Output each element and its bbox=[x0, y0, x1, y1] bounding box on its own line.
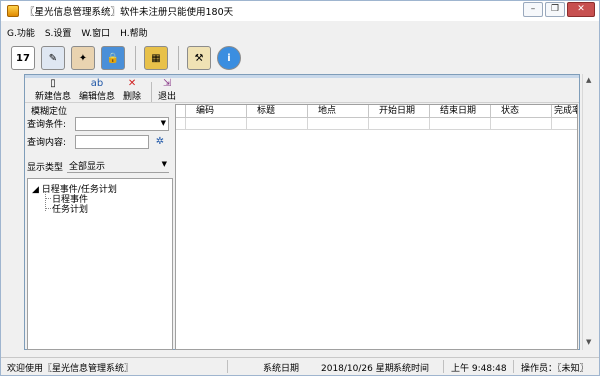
search-input[interactable] bbox=[75, 135, 149, 149]
lock-folder-icon: 🔒 bbox=[106, 52, 120, 64]
system-time-value: 上午 9:48:48 bbox=[451, 364, 507, 374]
edit-pen-icon: ✎ bbox=[48, 52, 58, 64]
vertical-scrollbar[interactable]: ▲ ▼ bbox=[582, 74, 596, 350]
content-label: 查询内容: bbox=[27, 138, 67, 148]
menu-function[interactable]: G.功能 bbox=[7, 26, 35, 39]
menu-settings[interactable]: S.设置 bbox=[45, 26, 72, 39]
toolbar-divider bbox=[178, 46, 179, 70]
column-header[interactable]: 编码 bbox=[186, 105, 247, 118]
window-controls: – ❐ ✕ bbox=[521, 2, 595, 17]
title-bar: 〖星光信息管理系统〗软件未注册只能使用180天 – ❐ ✕ bbox=[1, 1, 599, 21]
column-header[interactable]: 标题 bbox=[247, 105, 308, 118]
fuzzy-search-heading: 模糊定位 bbox=[31, 107, 68, 117]
calendar-icon: 17 bbox=[16, 52, 30, 64]
app-icon bbox=[7, 5, 19, 17]
new-info-button[interactable]: ▯ 新建信息 bbox=[35, 78, 71, 102]
about-button[interactable]: i bbox=[217, 46, 241, 70]
system-date-label: 系统日期 bbox=[263, 364, 300, 374]
scroll-down-icon[interactable]: ▼ bbox=[586, 338, 591, 346]
edit-icon: ab bbox=[90, 78, 104, 89]
scroll-up-icon[interactable]: ▲ bbox=[586, 76, 591, 84]
condition-select[interactable]: ▼ bbox=[75, 117, 169, 131]
calendar-button[interactable]: 17 bbox=[11, 46, 35, 70]
new-document-icon: ▯ bbox=[50, 78, 56, 89]
backup-icon: ▦ bbox=[151, 52, 161, 64]
tree-connector bbox=[45, 198, 51, 199]
system-time-label: 系统时间 bbox=[393, 364, 430, 374]
exit-door-icon: ⇲ bbox=[162, 78, 172, 89]
exit-button[interactable]: ⇲ 退出 bbox=[158, 78, 176, 102]
category-tree: ◢ 日程事件/任务计划 日程事件 任务计划 bbox=[27, 178, 173, 350]
contacts-icon: ✦ bbox=[78, 52, 88, 64]
menu-help[interactable]: H.帮助 bbox=[120, 26, 147, 39]
tree-item[interactable]: 任务计划 bbox=[52, 202, 88, 215]
edit-button[interactable]: ✎ bbox=[41, 46, 65, 70]
menu-bar: G.功能 S.设置 W.窗口 H.帮助 bbox=[1, 23, 599, 41]
operator-text: 操作员：〖未知〗 bbox=[521, 364, 589, 374]
minimize-button[interactable]: – bbox=[523, 2, 543, 17]
welcome-text: 欢迎使用〖星光信息管理系统〗 bbox=[7, 364, 134, 374]
backup-button[interactable]: ▦ bbox=[144, 46, 168, 70]
chevron-down-icon: ▼ bbox=[160, 119, 166, 127]
close-button[interactable]: ✕ bbox=[567, 2, 595, 17]
tools-button[interactable]: ⚒ bbox=[187, 46, 211, 70]
info-icon: i bbox=[227, 52, 231, 64]
contacts-button[interactable]: ✦ bbox=[71, 46, 95, 70]
window-title: 〖星光信息管理系统〗软件未注册只能使用180天 bbox=[25, 7, 234, 18]
main-toolbar: 17 ✎ ✦ 🔒 ▦ ⚒ i bbox=[1, 42, 599, 74]
record-toolbar: ▯ 新建信息 ab 编辑信息 ✕ 删除 ⇲ 退出 bbox=[25, 78, 579, 103]
tree-connector bbox=[45, 208, 51, 209]
toolbar-divider bbox=[151, 82, 153, 102]
grid-header: 编码 标题 地点 开始日期 结束日期 状态 完成率 bbox=[176, 105, 577, 118]
system-date-value: 2018/10/26 星期 bbox=[321, 364, 394, 374]
query-panel: 模糊定位 查询条件: ▼ 查询内容: ✲ 显示类型 全部显示 ▼ ◢ 日程事件/… bbox=[25, 104, 173, 350]
lock-button[interactable]: 🔒 bbox=[101, 46, 125, 70]
tools-icon: ⚒ bbox=[194, 52, 204, 64]
delete-button[interactable]: ✕ 删除 bbox=[123, 78, 141, 102]
display-type-select[interactable]: 全部显示 ▼ bbox=[67, 159, 169, 173]
status-bar: 欢迎使用〖星光信息管理系统〗 系统日期 2018/10/26 星期 系统时间 上… bbox=[1, 357, 599, 375]
column-header[interactable]: 状态 bbox=[491, 105, 552, 118]
schedule-window: ▯ 新建信息 ab 编辑信息 ✕ 删除 ⇲ 退出 模糊定位 查询条件: ▼ 查询… bbox=[24, 74, 580, 350]
edit-info-button[interactable]: ab 编辑信息 bbox=[79, 78, 115, 102]
column-header[interactable]: 完成率 bbox=[552, 105, 577, 118]
display-type-label: 显示类型 bbox=[27, 163, 64, 173]
expand-toggle-icon[interactable]: ◢ bbox=[32, 185, 39, 195]
main-window: 〖星光信息管理系统〗软件未注册只能使用180天 – ❐ ✕ G.功能 S.设置 … bbox=[0, 0, 600, 376]
search-icon[interactable]: ✲ bbox=[153, 136, 167, 148]
delete-x-icon: ✕ bbox=[127, 78, 137, 89]
restore-button[interactable]: ❐ bbox=[545, 2, 565, 17]
row-indicator-header bbox=[176, 105, 186, 118]
column-header[interactable]: 地点 bbox=[308, 105, 369, 118]
condition-label: 查询条件: bbox=[27, 120, 67, 130]
table-row[interactable] bbox=[176, 118, 577, 130]
menu-window[interactable]: W.窗口 bbox=[81, 26, 110, 39]
chevron-down-icon: ▼ bbox=[161, 160, 167, 168]
column-header[interactable]: 开始日期 bbox=[369, 105, 430, 118]
toolbar-divider bbox=[135, 46, 136, 70]
data-grid: 编码 标题 地点 开始日期 结束日期 状态 完成率 bbox=[175, 104, 578, 350]
column-header[interactable]: 结束日期 bbox=[430, 105, 491, 118]
